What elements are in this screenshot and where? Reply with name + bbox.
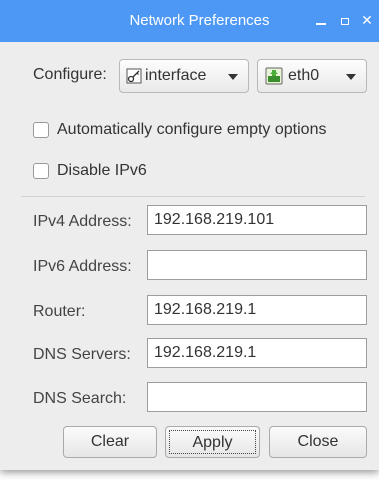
- maximize-icon: [341, 18, 349, 25]
- dns-search-label: DNS Search:: [33, 390, 127, 407]
- auto-configure-checkbox[interactable]: [33, 122, 49, 138]
- dns-servers-label: DNS Servers:: [33, 346, 131, 363]
- window-title: Network Preferences: [129, 12, 270, 29]
- chevron-down-icon: [228, 74, 238, 80]
- close-icon: ✕: [361, 12, 373, 28]
- section-divider: [21, 196, 365, 197]
- ipv4-address-field[interactable]: [147, 205, 367, 235]
- disable-ipv6-label: Disable IPv6: [57, 162, 147, 179]
- minimize-button[interactable]: [312, 11, 330, 29]
- router-label: Router:: [33, 303, 86, 320]
- disable-ipv6-checkbox[interactable]: [33, 163, 49, 179]
- network-interface-icon: [265, 67, 283, 85]
- close-window-button[interactable]: ✕: [358, 11, 376, 29]
- disable-ipv6-option[interactable]: Disable IPv6: [33, 162, 147, 180]
- ipv6-address-field[interactable]: [147, 250, 367, 280]
- router-field[interactable]: [147, 295, 367, 325]
- key-icon: [126, 68, 142, 84]
- auto-configure-option[interactable]: Automatically configure empty options: [33, 121, 326, 139]
- maximize-button[interactable]: [336, 11, 354, 29]
- configure-type-combo[interactable]: interface: [119, 59, 249, 93]
- network-preferences-window: Network Preferences ✕ Configure: interfa…: [0, 0, 379, 470]
- minimize-icon: [316, 23, 326, 25]
- ipv4-label: IPv4 Address:: [33, 213, 132, 230]
- dns-servers-field[interactable]: [147, 338, 367, 368]
- close-button[interactable]: Close: [269, 426, 367, 458]
- apply-button-label: Apply: [169, 430, 256, 454]
- title-bar[interactable]: Network Preferences ✕: [0, 0, 379, 42]
- configure-type-value: interface: [145, 67, 207, 84]
- auto-configure-label: Automatically configure empty options: [57, 121, 327, 138]
- ipv6-label: IPv6 Address:: [33, 258, 132, 275]
- interface-combo[interactable]: eth0: [257, 59, 367, 93]
- chevron-down-icon: [346, 74, 356, 80]
- configure-label: Configure:: [33, 66, 107, 83]
- clear-button[interactable]: Clear: [63, 426, 157, 458]
- apply-button[interactable]: Apply: [165, 426, 260, 458]
- dns-search-field[interactable]: [147, 382, 367, 412]
- interface-value: eth0: [288, 67, 320, 84]
